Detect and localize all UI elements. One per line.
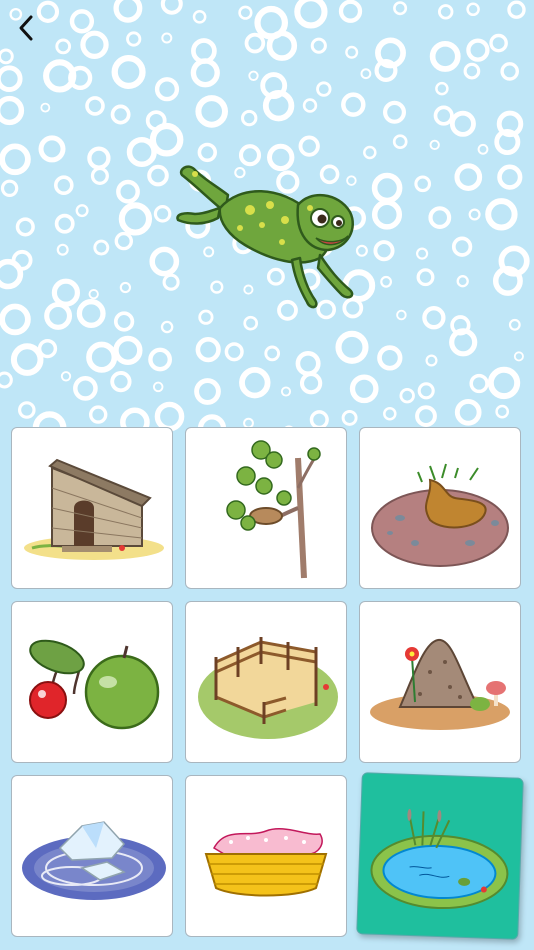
tree-nest-illustration <box>226 440 321 579</box>
basket-illustration <box>204 828 328 897</box>
fence-pen-illustration <box>198 637 338 739</box>
choice-card-fruit[interactable] <box>11 601 173 763</box>
anthill-illustration <box>370 639 510 730</box>
iceberg-illustration <box>22 821 166 900</box>
answer-grid <box>0 0 534 950</box>
choice-card-ice-floe[interactable] <box>11 775 173 937</box>
choice-card-bird-nest[interactable] <box>185 427 347 589</box>
cherry-apple-illustration <box>29 639 160 730</box>
choice-card-anthill[interactable] <box>359 601 521 763</box>
choice-card-burrow[interactable] <box>359 427 521 589</box>
choice-card-pond[interactable] <box>356 772 524 940</box>
choice-card-fenced-pen[interactable] <box>185 601 347 763</box>
wooden-coop-illustration <box>24 458 164 560</box>
dirt-burrow-illustration <box>371 463 509 567</box>
choice-card-basket[interactable] <box>185 775 347 937</box>
pond-illustration <box>370 808 509 910</box>
choice-card-chicken-coop[interactable] <box>11 427 173 589</box>
